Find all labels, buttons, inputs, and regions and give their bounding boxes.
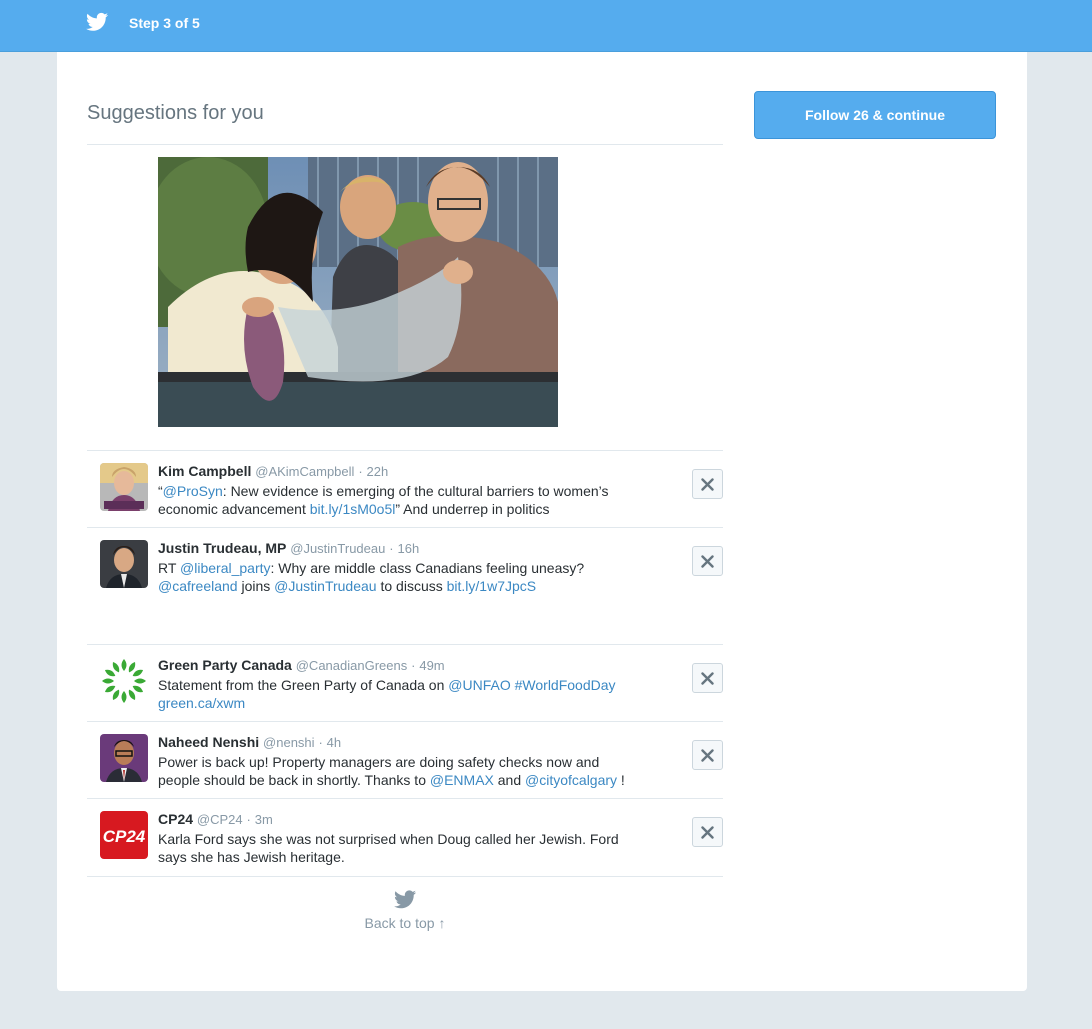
- dismiss-button[interactable]: [692, 546, 723, 576]
- close-icon: [701, 672, 714, 685]
- tweet-row[interactable]: Justin Trudeau, MP @JustinTrudeau · 16h …: [87, 527, 723, 644]
- cp24-logo: CP24: [100, 811, 148, 859]
- tweet-row[interactable]: Kim Campbell @AKimCampbell · 22h “@ProSy…: [87, 450, 723, 527]
- url-link[interactable]: bit.ly/1sM0o5l: [310, 501, 396, 517]
- text-segment: RT: [158, 560, 181, 576]
- tweet-row[interactable]: Green Party Canada @CanadianGreens · 49m…: [87, 644, 723, 721]
- tweet-text: Power is back up! Property managers are …: [158, 753, 638, 789]
- mention-link[interactable]: @ProSyn: [163, 483, 223, 499]
- text-segment: Statement from the Green Party of Canada…: [158, 677, 449, 693]
- close-icon: [701, 478, 714, 491]
- url-link[interactable]: bit.ly/1w7JpcS: [447, 578, 536, 594]
- cp24-logo-text: CP24: [103, 827, 146, 846]
- tweet-header: Kim Campbell @AKimCampbell · 22h: [158, 462, 638, 481]
- tweet-text: Karla Ford says she was not surprised wh…: [158, 830, 638, 866]
- author-handle[interactable]: @CP24: [197, 812, 243, 827]
- close-icon: [701, 749, 714, 762]
- text-segment: : Why are middle class Canadians feeling…: [270, 560, 585, 576]
- divider: [87, 876, 723, 877]
- mention-link[interactable]: @cafreeland: [158, 578, 238, 594]
- justin-trudeau-avatar-image: [100, 540, 148, 588]
- author-handle[interactable]: @CanadianGreens: [296, 658, 407, 673]
- green-party-logo: [100, 657, 148, 705]
- twitter-bird-icon: [394, 890, 416, 909]
- tweet-header: Naheed Nenshi @nenshi · 4h: [158, 733, 638, 752]
- author-name[interactable]: Naheed Nenshi: [158, 734, 259, 750]
- dismiss-button[interactable]: [692, 469, 723, 499]
- separator: ·: [389, 541, 394, 556]
- tweet-content: CP24 @CP24 · 3m Karla Ford says she was …: [158, 810, 638, 866]
- tweet-content: Kim Campbell @AKimCampbell · 22h “@ProSy…: [158, 462, 638, 518]
- author-handle[interactable]: @JustinTrudeau: [290, 541, 385, 556]
- divider: [87, 144, 723, 145]
- timestamp[interactable]: 49m: [419, 658, 444, 673]
- tweet-text: “@ProSyn: New evidence is emerging of th…: [158, 482, 638, 518]
- tweet-header: CP24 @CP24 · 3m: [158, 810, 638, 829]
- tweet-content: Justin Trudeau, MP @JustinTrudeau · 16h …: [158, 539, 638, 595]
- page-title: Suggestions for you: [87, 102, 264, 124]
- separator: ·: [246, 812, 251, 827]
- tweet-row[interactable]: Naheed Nenshi @nenshi · 4h Power is back…: [87, 721, 723, 798]
- tweet-content: Naheed Nenshi @nenshi · 4h Power is back…: [158, 733, 638, 789]
- author-handle[interactable]: @AKimCampbell: [255, 464, 354, 479]
- timestamp[interactable]: 16h: [397, 541, 419, 556]
- kim-campbell-avatar-image: [100, 463, 148, 511]
- mention-link[interactable]: @cityofcalgary: [525, 772, 617, 788]
- tweet-text: RT @liberal_party: Why are middle class …: [158, 559, 638, 595]
- author-name[interactable]: Green Party Canada: [158, 657, 292, 673]
- text-segment: ” And underrep in politics: [395, 501, 550, 517]
- separator: ·: [411, 658, 416, 673]
- author-name[interactable]: Kim Campbell: [158, 463, 251, 479]
- text-segment: Karla Ford says she was not surprised wh…: [158, 831, 619, 865]
- twitter-bird-icon[interactable]: [86, 12, 108, 32]
- separator: ·: [358, 464, 363, 479]
- main-card: Suggestions for you Follow 26 & continue: [57, 52, 1027, 991]
- author-handle[interactable]: @nenshi: [263, 735, 315, 750]
- hashtag-link[interactable]: #WorldFoodDay: [515, 677, 616, 693]
- author-name[interactable]: CP24: [158, 811, 193, 827]
- timestamp[interactable]: 22h: [367, 464, 389, 479]
- avatar[interactable]: CP24: [100, 811, 148, 859]
- naheed-nenshi-avatar-image: [100, 734, 148, 782]
- dismiss-button[interactable]: [692, 663, 723, 693]
- avatar[interactable]: [100, 657, 148, 705]
- top-bar: Step 3 of 5: [0, 0, 1092, 52]
- tweet-row[interactable]: CP24 CP24 @CP24 · 3m Karla Ford says she…: [87, 798, 723, 876]
- follow-and-continue-button[interactable]: Follow 26 & continue: [754, 91, 996, 139]
- tweet-text: Statement from the Green Party of Canada…: [158, 676, 638, 712]
- dismiss-button[interactable]: [692, 817, 723, 847]
- avatar[interactable]: [100, 734, 148, 782]
- back-to-top: Back to top ↑: [87, 890, 723, 933]
- dismiss-button[interactable]: [692, 740, 723, 770]
- mention-link[interactable]: @ENMAX: [430, 772, 494, 788]
- tweet-photo[interactable]: [158, 157, 558, 427]
- mention-link[interactable]: @UNFAO: [448, 677, 510, 693]
- text-segment: !: [617, 772, 625, 788]
- avatar[interactable]: [100, 540, 148, 588]
- back-to-top-link[interactable]: Back to top ↑: [365, 915, 446, 931]
- avatar[interactable]: [100, 463, 148, 511]
- step-indicator: Step 3 of 5: [129, 15, 200, 31]
- text-segment: joins: [237, 578, 275, 594]
- tweet-content: Green Party Canada @CanadianGreens · 49m…: [158, 656, 638, 712]
- tweet-photo-image: [158, 157, 558, 427]
- url-link[interactable]: green.ca/xwm: [158, 695, 245, 711]
- author-name[interactable]: Justin Trudeau, MP: [158, 540, 286, 556]
- close-icon: [701, 826, 714, 839]
- timestamp[interactable]: 4h: [327, 735, 341, 750]
- text-segment: to discuss: [376, 578, 447, 594]
- separator: ·: [318, 735, 323, 750]
- mention-link[interactable]: @liberal_party: [180, 560, 270, 576]
- close-icon: [701, 555, 714, 568]
- tweet-feed: Kim Campbell @AKimCampbell · 22h “@ProSy…: [87, 144, 723, 924]
- tweet-header: Green Party Canada @CanadianGreens · 49m: [158, 656, 638, 675]
- text-segment: and: [493, 772, 526, 788]
- timestamp[interactable]: 3m: [255, 812, 273, 827]
- tweet-header: Justin Trudeau, MP @JustinTrudeau · 16h: [158, 539, 638, 558]
- mention-link[interactable]: @JustinTrudeau: [274, 578, 376, 594]
